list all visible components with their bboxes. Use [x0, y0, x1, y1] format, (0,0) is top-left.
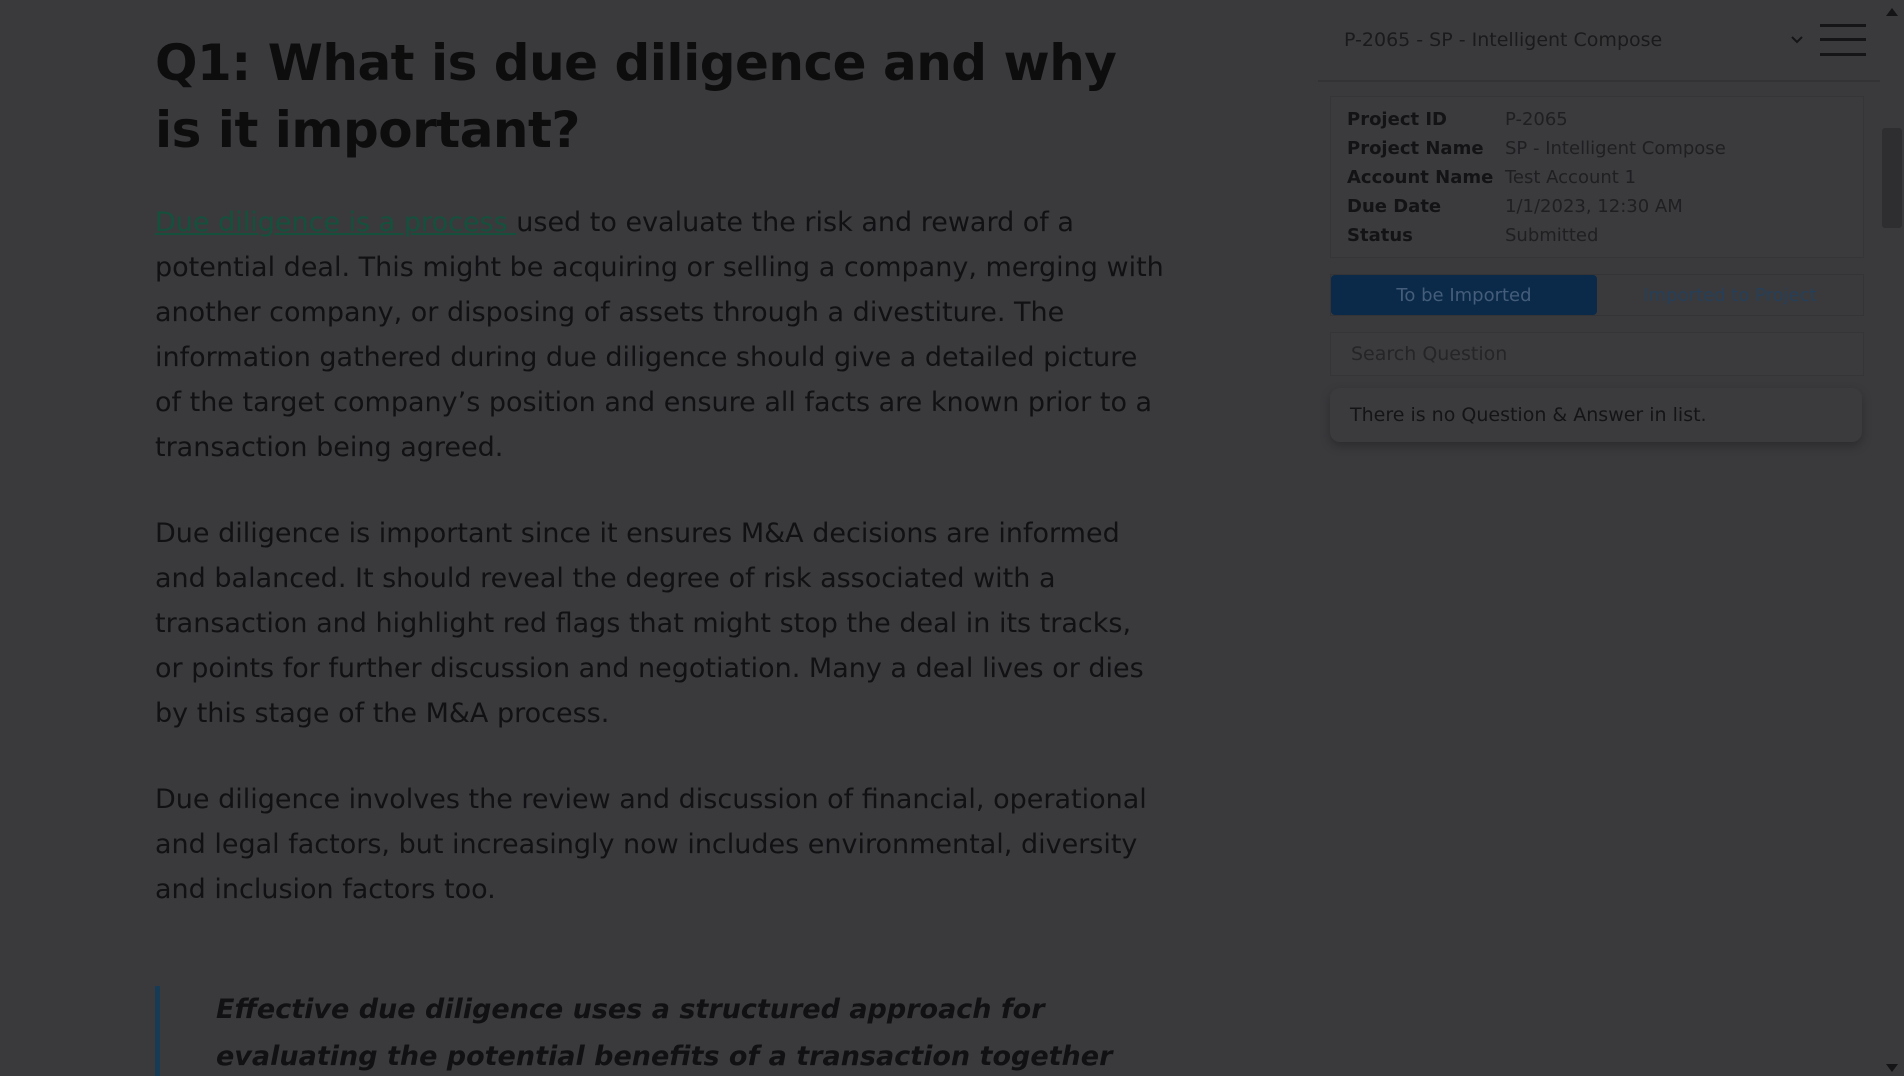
project-dropdown-label: P-2065 - SP - Intelligent Compose: [1344, 29, 1663, 51]
project-info-card: Project ID P-2065 Project Name SP - Inte…: [1330, 96, 1864, 258]
info-row-account-name: Account Name Test Account 1: [1347, 163, 1636, 191]
paragraph-1: Due diligence is a process used to evalu…: [155, 200, 1165, 470]
info-key: Account Name: [1347, 166, 1494, 188]
question-answer-list: There is no Question & Answer in list.: [1330, 388, 1862, 442]
paragraph-1-text: used to evaluate the risk and reward of …: [155, 207, 1164, 463]
scrollbar-thumb[interactable]: [1882, 128, 1902, 228]
document-content: Q1: What is due diligence and why is it …: [155, 30, 1165, 1076]
tab-to-be-imported[interactable]: To be Imported: [1331, 275, 1597, 315]
info-value: Test Account 1: [1505, 166, 1637, 188]
info-value: SP - Intelligent Compose: [1505, 137, 1726, 159]
document-area: Q1: What is due diligence and why is it …: [0, 0, 1300, 1076]
info-value: P-2065: [1505, 108, 1568, 130]
scroll-up-arrow-icon[interactable]: [1886, 8, 1898, 16]
tab-imported-to-project[interactable]: Imported to Project: [1597, 275, 1863, 315]
document-title: Q1: What is due diligence and why is it …: [155, 34, 1117, 159]
chevron-down-icon: [1791, 36, 1803, 44]
paragraph-3: Due diligence involves the review and di…: [155, 784, 1147, 905]
info-row-due-date: Due Date 1/1/2023, 12:30 AM: [1347, 192, 1683, 220]
info-key: Project Name: [1347, 137, 1484, 159]
hamburger-menu-icon[interactable]: [1820, 24, 1866, 56]
info-value: Submitted: [1505, 224, 1599, 246]
info-row-project-id: Project ID P-2065: [1347, 105, 1568, 133]
info-value: 1/1/2023, 12:30 AM: [1505, 195, 1683, 217]
empty-list-message: There is no Question & Answer in list.: [1350, 404, 1707, 426]
scrollbar[interactable]: [1880, 0, 1904, 1076]
info-key: Project ID: [1347, 108, 1447, 130]
panel-header: P-2065 - SP - Intelligent Compose: [1318, 0, 1884, 82]
blockquote: Effective due diligence uses a structure…: [155, 986, 1165, 1076]
due-diligence-link[interactable]: Due diligence is a process: [155, 207, 516, 238]
info-key: Due Date: [1347, 195, 1442, 217]
info-key: Status: [1347, 224, 1413, 246]
project-dropdown[interactable]: P-2065 - SP - Intelligent Compose: [1326, 18, 1806, 62]
info-row-status: Status Submitted: [1347, 221, 1598, 249]
search-question-input[interactable]: [1331, 334, 1863, 374]
side-panel: P-2065 - SP - Intelligent Compose Projec…: [1318, 0, 1884, 1076]
info-row-project-name: Project Name SP - Intelligent Compose: [1347, 134, 1726, 162]
paragraph-2: Due diligence is important since it ensu…: [155, 518, 1144, 729]
search-box: [1330, 332, 1864, 376]
scroll-down-arrow-icon[interactable]: [1886, 1064, 1898, 1072]
import-tabs: To be Imported Imported to Project: [1330, 274, 1864, 316]
